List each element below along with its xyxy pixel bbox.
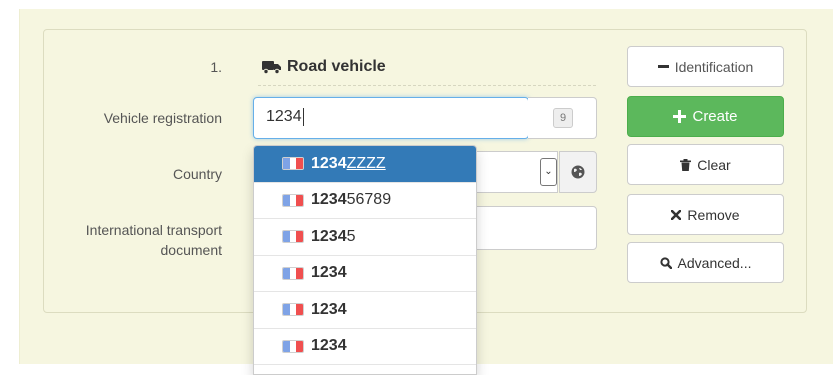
advanced-button[interactable]: Advanced... [627, 242, 784, 283]
suggestion-item[interactable]: 1234 [254, 292, 476, 329]
suggestion-item[interactable]: 123456789 [254, 183, 476, 219]
france-flag-icon [282, 339, 304, 353]
vehicle-registration-label: Vehicle registration [103, 110, 222, 126]
section-title-text: Road vehicle [287, 58, 386, 75]
create-button[interactable]: Create [627, 96, 784, 137]
itd-label: International transport document [50, 220, 222, 260]
character-counter-badge: 9 [553, 108, 573, 128]
globe-icon [571, 165, 585, 179]
search-icon [659, 256, 672, 269]
france-flag-icon [282, 266, 304, 280]
chevron-down-icon[interactable]: ⌄ [540, 158, 557, 186]
france-flag-icon [282, 303, 304, 317]
suggestion-item[interactable]: 1234ZZZZ [254, 146, 476, 183]
text-caret [302, 108, 304, 126]
clear-button[interactable]: Clear [627, 144, 784, 185]
truck-icon [262, 61, 281, 74]
advanced-label: Advanced... [677, 254, 752, 271]
trash-icon [680, 158, 692, 171]
remove-button[interactable]: Remove [627, 194, 784, 235]
france-flag-icon [282, 230, 304, 244]
section-title: Road vehicle [262, 58, 386, 76]
remove-label: Remove [687, 206, 740, 223]
section-divider [258, 85, 596, 86]
suggestion-item[interactable]: 12345 [254, 219, 476, 256]
france-flag-icon [282, 193, 304, 207]
vehicle-registration-input[interactable]: 1234 [253, 97, 529, 139]
create-label: Create [692, 108, 738, 125]
suggestion-item[interactable]: 1234 [254, 256, 476, 292]
itd-label-line2: document [160, 242, 222, 258]
autocomplete-dropdown: 1234ZZZZ 123456789 12345 1234 1234 1234 [253, 145, 477, 375]
country-label: Country [172, 166, 222, 182]
section-number: 1. [210, 59, 222, 75]
suggestion-item[interactable]: 1234 [254, 329, 476, 365]
itd-label-line1: International transport [85, 222, 222, 238]
plus-icon [673, 110, 687, 123]
identification-label: Identification [674, 58, 754, 75]
identification-button[interactable]: Identification [627, 46, 784, 87]
vehicle-registration-value: 1234 [266, 108, 302, 126]
france-flag-icon [282, 157, 304, 171]
clear-label: Clear [697, 156, 731, 173]
minus-icon [657, 65, 669, 68]
globe-button[interactable] [559, 151, 597, 193]
close-icon [671, 209, 682, 220]
